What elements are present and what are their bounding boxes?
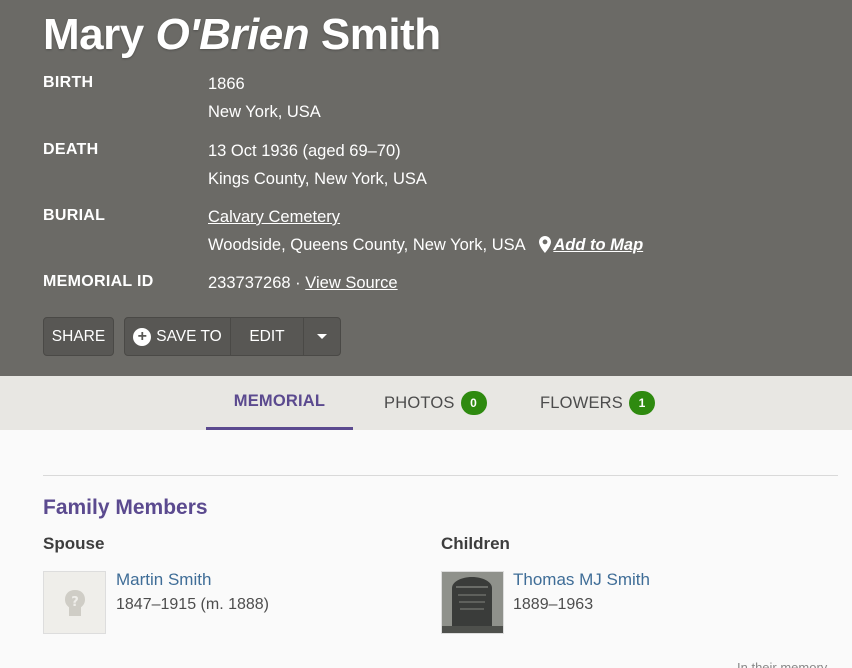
more-actions-dropdown[interactable] bbox=[304, 318, 340, 355]
caret-down-icon bbox=[317, 334, 327, 339]
map-pin-icon bbox=[539, 234, 552, 262]
memorial-content: Family Members Spouse ? Martin Smith 184… bbox=[0, 430, 852, 668]
memorial-id-value: 233737268 · View Source bbox=[208, 269, 398, 297]
spouse-photo[interactable]: ? bbox=[43, 571, 106, 634]
tab-photos[interactable]: PHOTOS 0 bbox=[384, 376, 487, 430]
death-value: 13 Oct 1936 (aged 69–70) Kings County, N… bbox=[208, 137, 427, 193]
unknown-person-icon: ? bbox=[64, 589, 85, 616]
tab-bar: MEMORIAL PHOTOS 0 FLOWERS 1 bbox=[0, 376, 852, 430]
section-divider bbox=[43, 475, 838, 476]
birth-label: BIRTH bbox=[43, 74, 94, 91]
spouse-dates: 1847–1915 (m. 1888) bbox=[116, 596, 269, 613]
death-date: 13 Oct 1936 (aged 69–70) bbox=[208, 142, 401, 160]
svg-text:?: ? bbox=[71, 595, 79, 610]
share-button[interactable]: SHARE bbox=[43, 317, 114, 356]
memorial-id-label: MEMORIAL ID bbox=[43, 273, 154, 290]
birth-date: 1866 bbox=[208, 75, 245, 93]
family-members-heading: Family Members bbox=[43, 496, 208, 519]
child-photo[interactable] bbox=[441, 571, 504, 634]
burial-label: BURIAL bbox=[43, 207, 106, 224]
tab-flowers[interactable]: FLOWERS 1 bbox=[540, 376, 655, 430]
flowers-count-badge: 1 bbox=[629, 391, 655, 415]
in-their-memory-text: In their memory bbox=[737, 660, 828, 668]
action-button-group: + SAVE TO EDIT bbox=[124, 317, 341, 356]
memorial-name: Mary O'Brien Smith bbox=[43, 10, 441, 60]
tab-memorial-label: MEMORIAL bbox=[233, 392, 326, 410]
photos-count-badge: 0 bbox=[460, 391, 487, 415]
birth-place: New York, USA bbox=[208, 103, 321, 121]
plus-circle-icon: + bbox=[133, 327, 152, 346]
memorial-id: 233737268 · bbox=[208, 274, 301, 292]
maiden-name: O'Brien bbox=[155, 10, 310, 59]
tab-photos-label: PHOTOS bbox=[384, 393, 455, 412]
add-to-map-link[interactable]: Add to Map bbox=[553, 236, 643, 254]
save-to-button[interactable]: + SAVE TO bbox=[125, 318, 231, 355]
burial-place: Woodside, Queens County, New York, USA bbox=[208, 236, 525, 254]
death-label: DEATH bbox=[43, 141, 99, 158]
memorial-header: Mary O'Brien Smith BIRTH 1866 New York, … bbox=[0, 0, 852, 376]
headstone-photo bbox=[442, 572, 503, 633]
edit-button[interactable]: EDIT bbox=[231, 318, 304, 355]
tab-flowers-label: FLOWERS bbox=[540, 393, 623, 412]
view-source-link[interactable]: View Source bbox=[305, 274, 397, 292]
spouse-label: Spouse bbox=[43, 534, 105, 553]
last-name: Smith bbox=[320, 10, 441, 59]
spouse-name-link[interactable]: Martin Smith bbox=[116, 570, 211, 590]
children-label: Children bbox=[441, 534, 510, 553]
birth-value: 1866 New York, USA bbox=[208, 70, 321, 126]
death-place: Kings County, New York, USA bbox=[208, 170, 427, 188]
first-name: Mary bbox=[43, 10, 144, 59]
burial-value: Calvary Cemetery Woodside, Queens County… bbox=[208, 203, 643, 262]
tab-memorial[interactable]: MEMORIAL bbox=[206, 376, 353, 430]
cemetery-link[interactable]: Calvary Cemetery bbox=[208, 208, 340, 226]
child-name-link[interactable]: Thomas MJ Smith bbox=[513, 570, 650, 590]
save-to-label: SAVE TO bbox=[156, 327, 222, 345]
child-dates: 1889–1963 bbox=[513, 596, 594, 613]
